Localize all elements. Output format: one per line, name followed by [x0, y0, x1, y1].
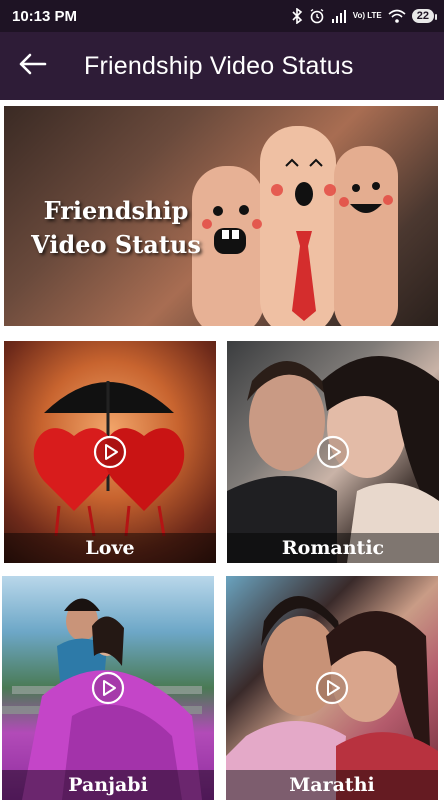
- status-time: 10:13 PM: [12, 7, 78, 25]
- tile-label: Love: [85, 537, 135, 559]
- tile-caption: Marathi: [226, 770, 438, 800]
- tile-label: Romantic: [281, 537, 385, 559]
- arrow-left-icon: [17, 52, 47, 81]
- status-icons: Vo) LTE 22: [291, 8, 438, 24]
- app-bar: Friendship Video Status: [0, 32, 444, 100]
- play-icon: [93, 435, 127, 469]
- category-tile-marathi[interactable]: Marathi: [226, 576, 438, 800]
- alarm-icon: [309, 8, 325, 24]
- tile-caption: Love: [4, 533, 216, 563]
- banner-title-line2: Video Status: [31, 230, 201, 259]
- friendship-banner[interactable]: Friendship Video Status: [4, 106, 438, 326]
- lte-icon: Vo) LTE: [352, 11, 382, 20]
- banner-title: Friendship Video Status: [26, 194, 206, 262]
- tile-label: Marathi: [289, 774, 375, 796]
- wifi-icon: [388, 9, 406, 23]
- category-tile-love[interactable]: Love: [4, 341, 216, 563]
- back-button[interactable]: [4, 32, 60, 100]
- battery-icon: 22: [411, 9, 438, 23]
- signal-icon: [331, 9, 347, 23]
- play-icon: [91, 671, 125, 705]
- play-icon: [315, 671, 349, 705]
- tile-caption: Romantic: [227, 533, 439, 563]
- play-icon: [316, 435, 350, 469]
- tile-label: Panjabi: [68, 774, 148, 796]
- tile-caption: Panjabi: [2, 770, 214, 800]
- status-bar: 10:13 PM Vo) LTE 22: [0, 0, 444, 32]
- banner-title-line1: Friendship: [43, 196, 189, 225]
- category-tile-romantic[interactable]: Romantic: [227, 341, 439, 563]
- page-title: Friendship Video Status: [84, 51, 354, 80]
- bluetooth-icon: [291, 8, 303, 24]
- category-tile-panjabi[interactable]: Panjabi: [2, 576, 214, 800]
